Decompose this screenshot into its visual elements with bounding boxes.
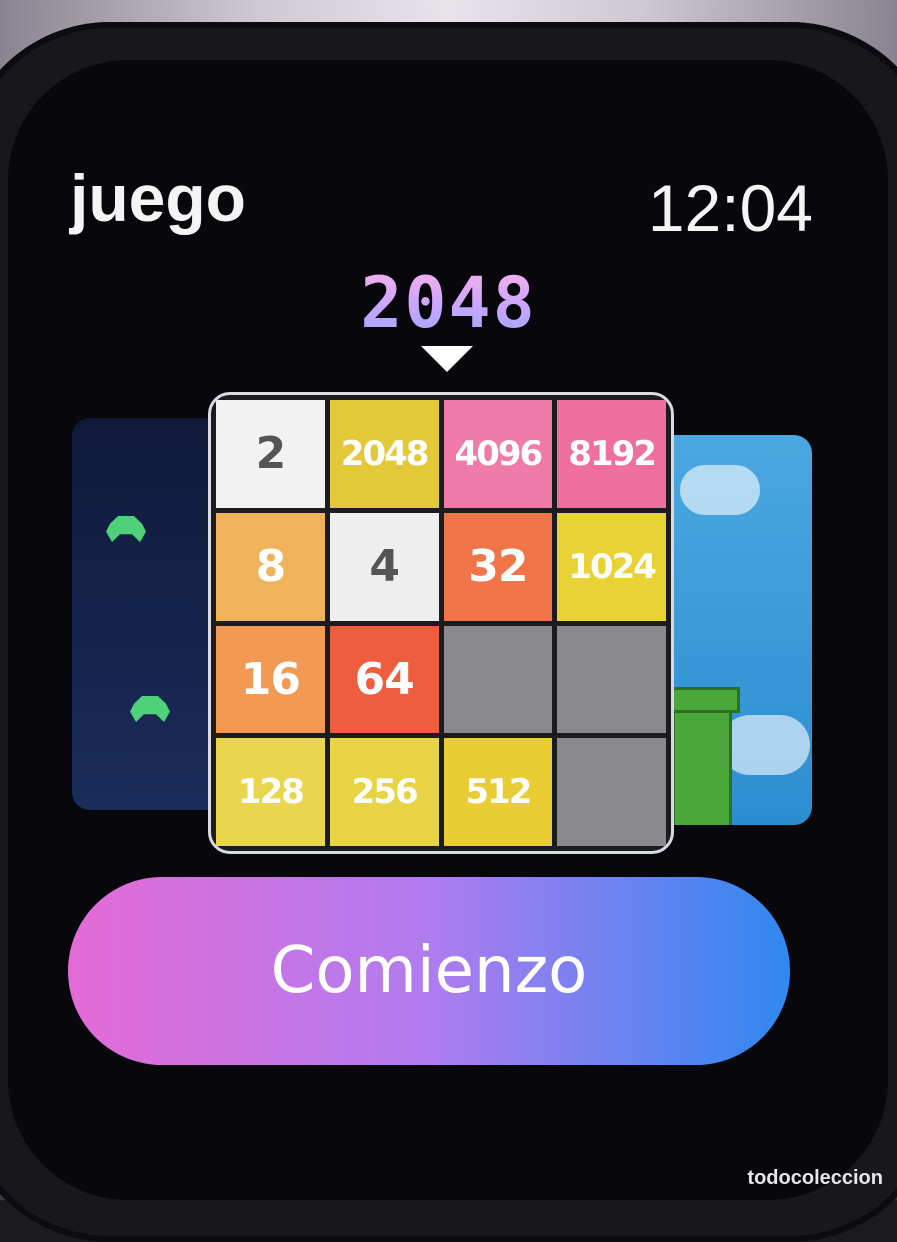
app-title: juego	[70, 160, 246, 236]
game-card-flappy-bird[interactable]	[650, 435, 812, 825]
tile-1024: 1024	[557, 513, 666, 621]
cloud-icon	[720, 715, 810, 775]
watermark: todocoleccion	[747, 1167, 883, 1190]
selected-game-title: 2048	[0, 262, 897, 344]
tile-64: 64	[330, 626, 439, 734]
start-button[interactable]: Comienzo	[68, 877, 790, 1065]
tile-4: 4	[330, 513, 439, 621]
tile-8: 8	[216, 513, 325, 621]
tile-32: 32	[444, 513, 553, 621]
pipe-cap-icon	[664, 687, 740, 713]
caret-down-icon	[421, 346, 473, 372]
tile-2048: 2048	[330, 400, 439, 508]
pipe-icon	[672, 695, 732, 825]
clock: 12:04	[648, 170, 813, 246]
cloud-icon	[680, 465, 760, 515]
tile-512: 512	[444, 738, 553, 846]
tile-4096: 4096	[444, 400, 553, 508]
tile-16: 16	[216, 626, 325, 734]
tile-2: 2	[216, 400, 325, 508]
tile-8192: 8192	[557, 400, 666, 508]
invader-icon	[130, 696, 170, 722]
game-preview-board[interactable]: 2204840968192 84321024 1664128256512	[208, 392, 674, 854]
tile-empty	[557, 626, 666, 734]
tile-256: 256	[330, 738, 439, 846]
tile-empty	[444, 626, 553, 734]
invader-icon	[106, 516, 146, 542]
tile-empty	[557, 738, 666, 846]
tile-128: 128	[216, 738, 325, 846]
